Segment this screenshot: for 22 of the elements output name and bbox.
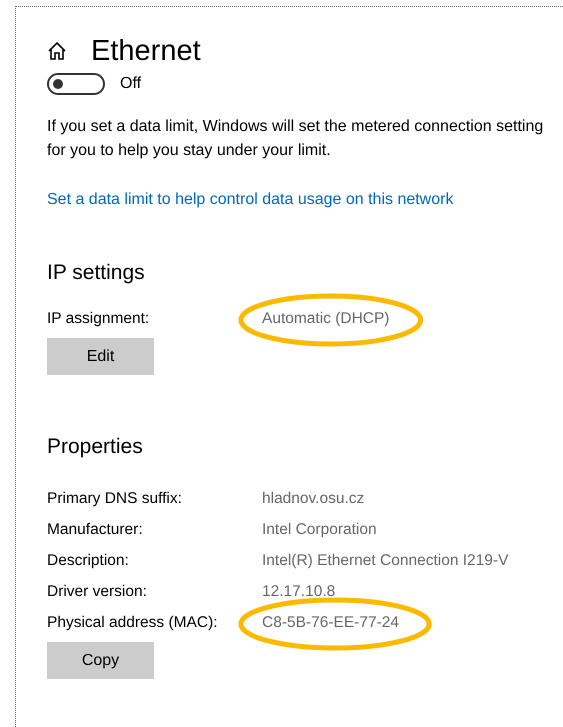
property-value: Intel(R) Ethernet Connection I219-V	[262, 552, 508, 570]
property-value: hladnov.osu.cz	[262, 490, 364, 508]
copy-button[interactable]: Copy	[47, 642, 154, 679]
property-label: IP assignment:	[47, 310, 150, 328]
property-value: C8-5B-76-EE-77-24	[262, 614, 399, 632]
section-heading: Properties	[47, 435, 144, 459]
property-label: Manufacturer:	[47, 520, 144, 538]
edit-button[interactable]: Edit	[47, 338, 154, 375]
data-limit-link[interactable]: Set a data limit to help control data usage on this network	[47, 191, 563, 209]
property-label: Physical address (MAC):	[47, 614, 219, 632]
data-limit-note: If you set a data limit, Windows will set the metered connection setting for you to help you stay under your limit.	[47, 117, 544, 161]
property-label: Description:	[47, 552, 130, 570]
property-label: Primary DNS suffix:	[47, 490, 183, 508]
section-heading: IP settings	[47, 261, 146, 285]
property-value: Intel Corporation	[262, 520, 377, 538]
toggle-state-label: Off	[120, 75, 142, 93]
property-label: Driver version:	[47, 582, 148, 600]
property-value: 12.17.10.8	[262, 582, 336, 600]
home-icon[interactable]	[47, 41, 67, 61]
page-title: Ethernet	[91, 34, 201, 68]
metered-toggle[interactable]	[47, 73, 105, 95]
property-value: Automatic (DHCP)	[262, 310, 390, 328]
